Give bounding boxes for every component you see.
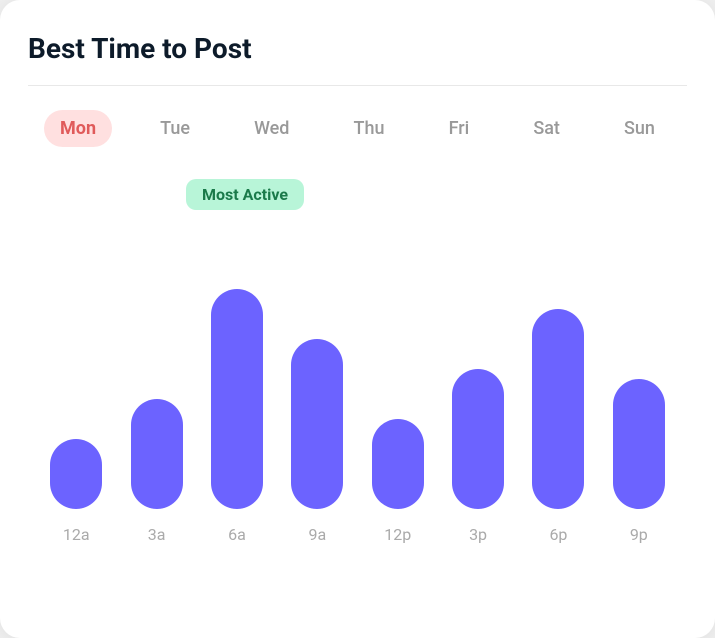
page-title: Best Time to Post bbox=[28, 32, 687, 65]
time-label-3p: 3p bbox=[438, 525, 518, 544]
bar-wrapper bbox=[518, 309, 598, 509]
bar-wrapper bbox=[277, 339, 357, 509]
bar-wrapper bbox=[36, 439, 116, 509]
day-tab-mon[interactable]: Mon bbox=[44, 110, 112, 147]
day-tab-tue[interactable]: Tue bbox=[144, 110, 206, 147]
time-label-3a: 3a bbox=[116, 525, 196, 544]
time-labels: 12a3a6a9a12p3p6p9p bbox=[28, 525, 687, 544]
bars-area bbox=[28, 229, 687, 509]
bar-wrapper bbox=[599, 379, 679, 509]
best-time-card: Best Time to Post MonTueWedThuFriSatSun … bbox=[0, 0, 715, 638]
day-tab-fri[interactable]: Fri bbox=[433, 110, 486, 147]
time-label-6p: 6p bbox=[518, 525, 598, 544]
bar-4 bbox=[372, 419, 424, 509]
bar-wrapper bbox=[197, 289, 277, 509]
bar-0 bbox=[50, 439, 102, 509]
divider bbox=[28, 85, 687, 86]
bar-7 bbox=[613, 379, 665, 509]
time-label-12p: 12p bbox=[358, 525, 438, 544]
day-tabs: Mon Tue Wed Thu Fri Sat Sun bbox=[28, 110, 687, 147]
day-tab-wed[interactable]: Wed bbox=[238, 110, 305, 147]
day-tab-sat[interactable]: Sat bbox=[517, 110, 576, 147]
time-label-6a: 6a bbox=[197, 525, 277, 544]
time-label-12a: 12a bbox=[36, 525, 116, 544]
chart-container: Most Active 12a3a6a9a12p3p6p9p bbox=[28, 179, 687, 610]
day-tab-thu[interactable]: Thu bbox=[338, 110, 401, 147]
bar-wrapper bbox=[358, 419, 438, 509]
time-label-9a: 9a bbox=[277, 525, 357, 544]
bar-wrapper bbox=[438, 369, 518, 509]
bar-1 bbox=[131, 399, 183, 509]
bar-3 bbox=[291, 339, 343, 509]
bar-wrapper bbox=[116, 399, 196, 509]
bar-2 bbox=[211, 289, 263, 509]
most-active-badge: Most Active bbox=[186, 179, 304, 210]
bar-6 bbox=[532, 309, 584, 509]
day-tab-sun[interactable]: Sun bbox=[608, 110, 671, 147]
bar-5 bbox=[452, 369, 504, 509]
time-label-9p: 9p bbox=[599, 525, 679, 544]
